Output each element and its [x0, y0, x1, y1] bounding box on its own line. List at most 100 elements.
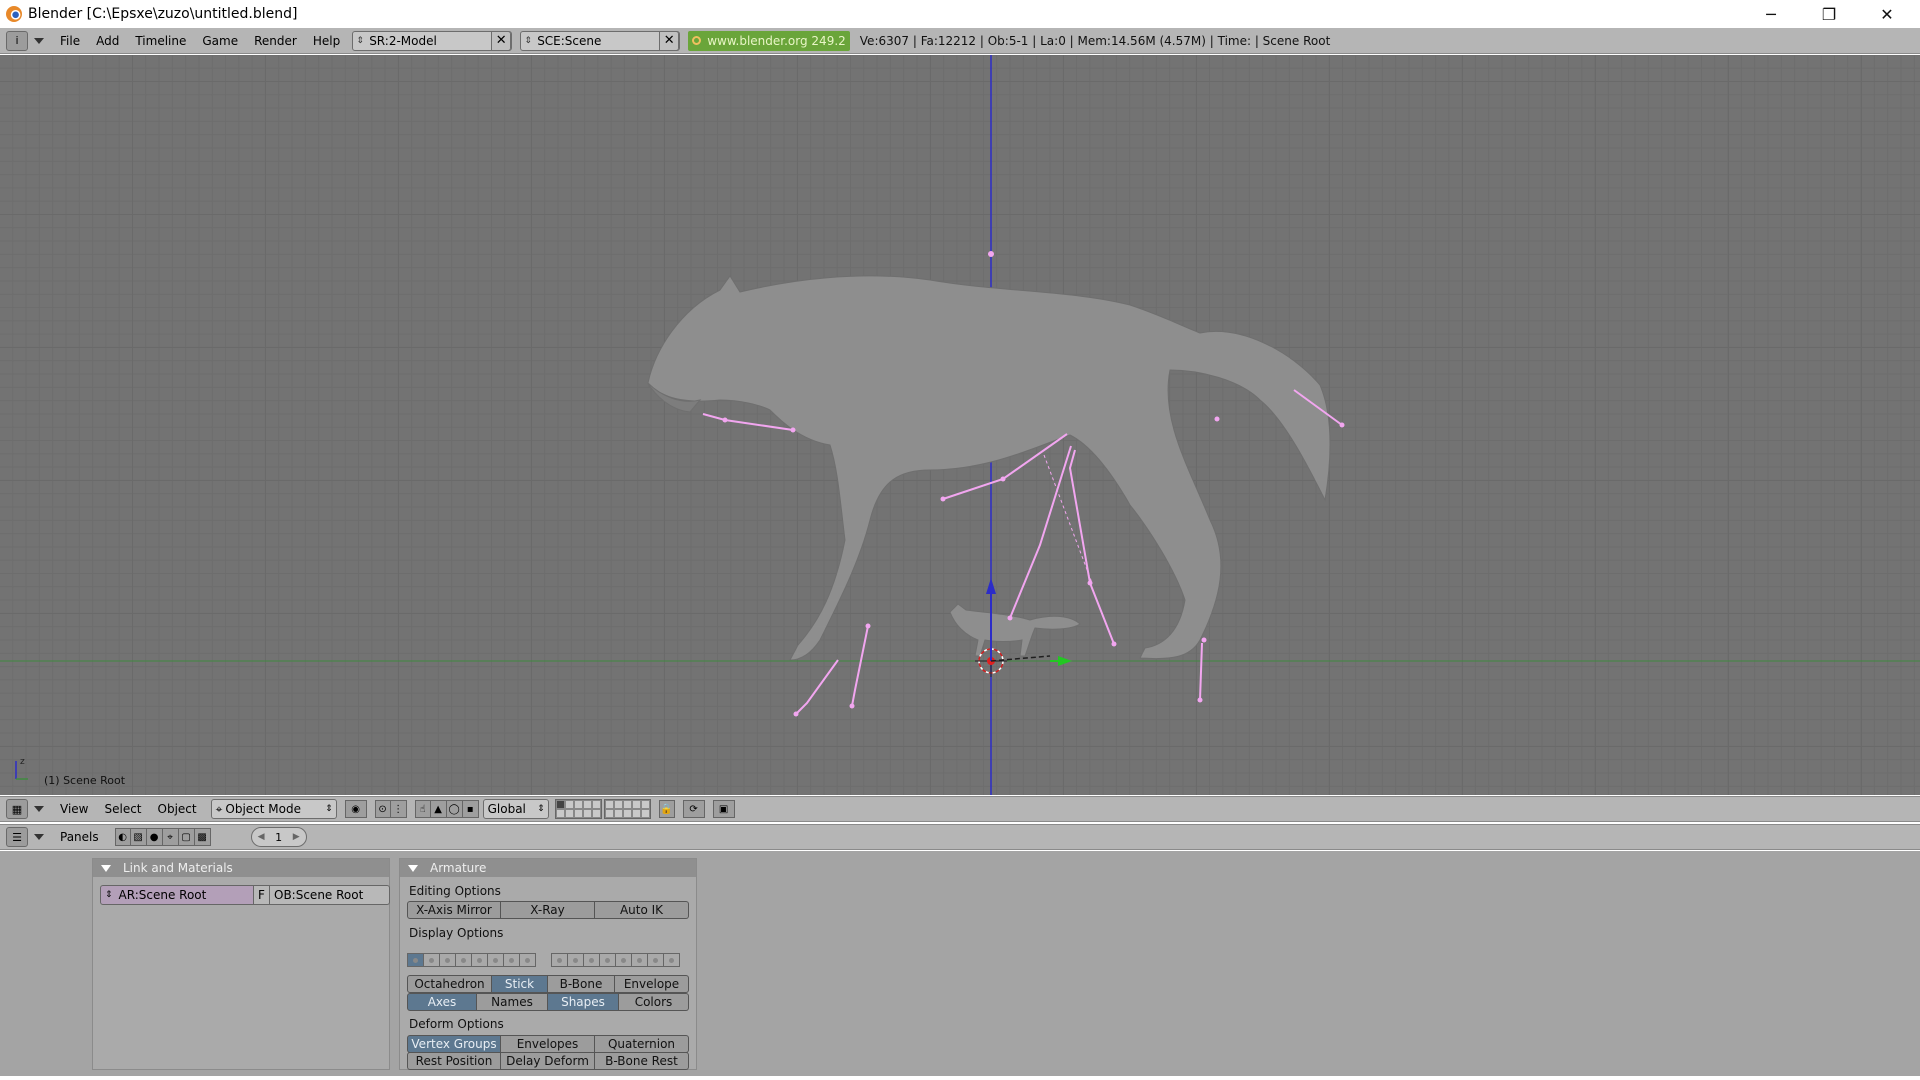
scale-manipulator-icon[interactable]: ▪ [462, 800, 479, 818]
collapse-triangle-icon[interactable] [101, 864, 111, 872]
lock-layers-icon[interactable]: 🔒 [658, 800, 675, 818]
object-mode-icon: ⌖ [215, 801, 223, 816]
window-titlebar: Blender [C:\Epsxe\zuzo\untitled.blend] ─… [0, 0, 1920, 28]
layer-buttons-group-2[interactable] [603, 799, 651, 819]
menu-game[interactable]: Game [194, 31, 246, 51]
menu-help[interactable]: Help [305, 31, 348, 51]
editing-context-icon[interactable]: ▢ [178, 828, 195, 846]
updown-arrow-icon: ⇕ [524, 35, 532, 46]
menu-view[interactable]: View [52, 799, 96, 819]
pivot-icon[interactable]: ⊙ [374, 800, 391, 818]
b-bone-button[interactable]: B-Bone [548, 975, 615, 993]
menu-file[interactable]: File [52, 31, 88, 51]
updown-arrow-icon: ⇕ [325, 804, 333, 814]
delete-scene-button[interactable]: ✕ [659, 30, 680, 51]
vertex-groups-button[interactable]: Vertex Groups [407, 1035, 501, 1053]
rotate-manipulator-icon[interactable]: ◯ [446, 800, 463, 818]
armature-dashed [1043, 454, 1093, 584]
blender-logo-icon [692, 36, 702, 45]
scene-render [0, 55, 1920, 795]
scene-selector[interactable]: ⇕ SCE:Scene ✕ [520, 30, 681, 51]
shading-context-icon[interactable]: ● [146, 828, 163, 846]
view-axis-gizmo-icon: z [15, 757, 28, 780]
quaternion-button[interactable]: Quaternion [595, 1035, 689, 1053]
draw-type-icon[interactable]: ◉ [344, 800, 367, 818]
scene-stats: Ve:6307 | Fa:12212 | Ob:5-1 | La:0 | Mem… [859, 33, 1331, 48]
fake-user-button[interactable]: F [254, 885, 270, 905]
screen-selector[interactable]: ⇕ SR:2-Model ✕ [352, 30, 513, 51]
display-options-label: Display Options [409, 926, 504, 940]
names-button[interactable]: Names [477, 993, 548, 1011]
menu-object[interactable]: Object [150, 799, 205, 819]
orientation-label: Global [487, 802, 526, 816]
bone-layers-group-2[interactable] [551, 953, 680, 967]
buttons-window: Link and Materials ⇕ AR:Scene Root F OB:… [0, 851, 1920, 1080]
scene-context-icon[interactable]: ▩ [194, 828, 211, 846]
minimize-button[interactable]: ─ [1742, 0, 1800, 28]
armature-panel: Armature Editing Options X-Axis Mirror X… [399, 858, 697, 1070]
render-preview-icon[interactable]: ▣ [712, 800, 735, 818]
buttons-window-type-icon[interactable]: ☰ [6, 827, 28, 847]
x-ray-button[interactable]: X-Ray [501, 901, 595, 919]
axis-z-label: z [20, 757, 25, 767]
menu-select[interactable]: Select [96, 799, 149, 819]
active-object-label: (1) Scene Root [44, 774, 126, 787]
updown-arrow-icon: ⇕ [537, 804, 545, 814]
collapse-menu-triangle-icon[interactable] [34, 834, 44, 840]
b-bone-rest-button[interactable]: B-Bone Rest [595, 1052, 689, 1070]
object-context-icon[interactable]: ⌖ [162, 828, 179, 846]
pivot-more-icon[interactable]: ⋮ [390, 800, 407, 818]
translate-manipulator-icon[interactable]: ▲ [430, 800, 447, 818]
shapes-button[interactable]: Shapes [548, 993, 619, 1011]
bone-joint [988, 251, 994, 257]
delay-deform-button[interactable]: Delay Deform [501, 1052, 595, 1070]
menu-panels[interactable]: Panels [52, 827, 107, 847]
bottom-edge [0, 1076, 1920, 1080]
script-context-icon[interactable]: ▧ [130, 828, 147, 846]
frame-field[interactable]: ◀ 1 ▶ [250, 827, 307, 847]
panel-header[interactable]: Link and Materials [93, 859, 389, 877]
object-name-field[interactable]: OB:Scene Root [270, 885, 390, 905]
envelopes-button[interactable]: Envelopes [501, 1035, 595, 1053]
info-window-type-icon[interactable]: i [6, 30, 28, 51]
frame-decrement-icon[interactable]: ◀ [258, 832, 265, 842]
logic-context-icon[interactable]: ◐ [114, 828, 131, 846]
stick-button[interactable]: Stick [492, 975, 548, 993]
mode-selector[interactable]: ⌖ Object Mode ⇕ [210, 799, 337, 819]
panel-header[interactable]: Armature [400, 859, 696, 877]
delete-screen-button[interactable]: ✕ [491, 30, 512, 51]
menu-add[interactable]: Add [88, 31, 127, 51]
frame-increment-icon[interactable]: ▶ [293, 832, 300, 842]
colors-button[interactable]: Colors [619, 993, 689, 1011]
scene-name: SCE:Scene [537, 33, 602, 48]
armature-datablock-field[interactable]: ⇕ AR:Scene Root [100, 885, 254, 905]
x-axis-mirror-button[interactable]: X-Axis Mirror [407, 901, 501, 919]
auto-ik-button[interactable]: Auto IK [595, 901, 689, 919]
link-and-materials-panel: Link and Materials ⇕ AR:Scene Root F OB:… [92, 858, 390, 1070]
layer-buttons-group-1[interactable] [554, 799, 602, 819]
manipulator-toggle-icon[interactable]: ☝ [414, 800, 431, 818]
armature-name: AR:Scene Root [118, 888, 207, 902]
octahedron-button[interactable]: Octahedron [407, 975, 492, 993]
frame-value: 1 [275, 830, 283, 844]
bone-layers-group-1[interactable] [407, 953, 536, 967]
orientation-selector[interactable]: Global ⇕ [482, 799, 549, 819]
collapse-triangle-icon[interactable] [408, 864, 418, 872]
mode-label: Object Mode [225, 802, 301, 816]
deform-options-label: Deform Options [409, 1017, 504, 1031]
collapse-menu-triangle-icon[interactable] [34, 37, 44, 44]
blender-version-text: www.blender.org 249.2 [707, 33, 846, 48]
menu-timeline[interactable]: Timeline [127, 31, 194, 51]
3d-view-window-type-icon[interactable]: ▦ [6, 799, 28, 819]
envelope-button[interactable]: Envelope [615, 975, 689, 993]
3d-viewport[interactable]: z (1) Scene Root [0, 55, 1920, 795]
rest-position-button[interactable]: Rest Position [407, 1052, 501, 1070]
blender-website-link[interactable]: www.blender.org 249.2 [688, 30, 850, 51]
restore-button[interactable]: ❐ [1800, 0, 1858, 28]
wolf-mesh [647, 275, 1331, 661]
close-button[interactable]: ✕ [1858, 0, 1916, 28]
axes-button[interactable]: Axes [407, 993, 477, 1011]
collapse-menu-triangle-icon[interactable] [34, 806, 44, 812]
menu-render[interactable]: Render [246, 31, 305, 51]
opengl-render-icon[interactable]: ⟳ [682, 800, 705, 818]
